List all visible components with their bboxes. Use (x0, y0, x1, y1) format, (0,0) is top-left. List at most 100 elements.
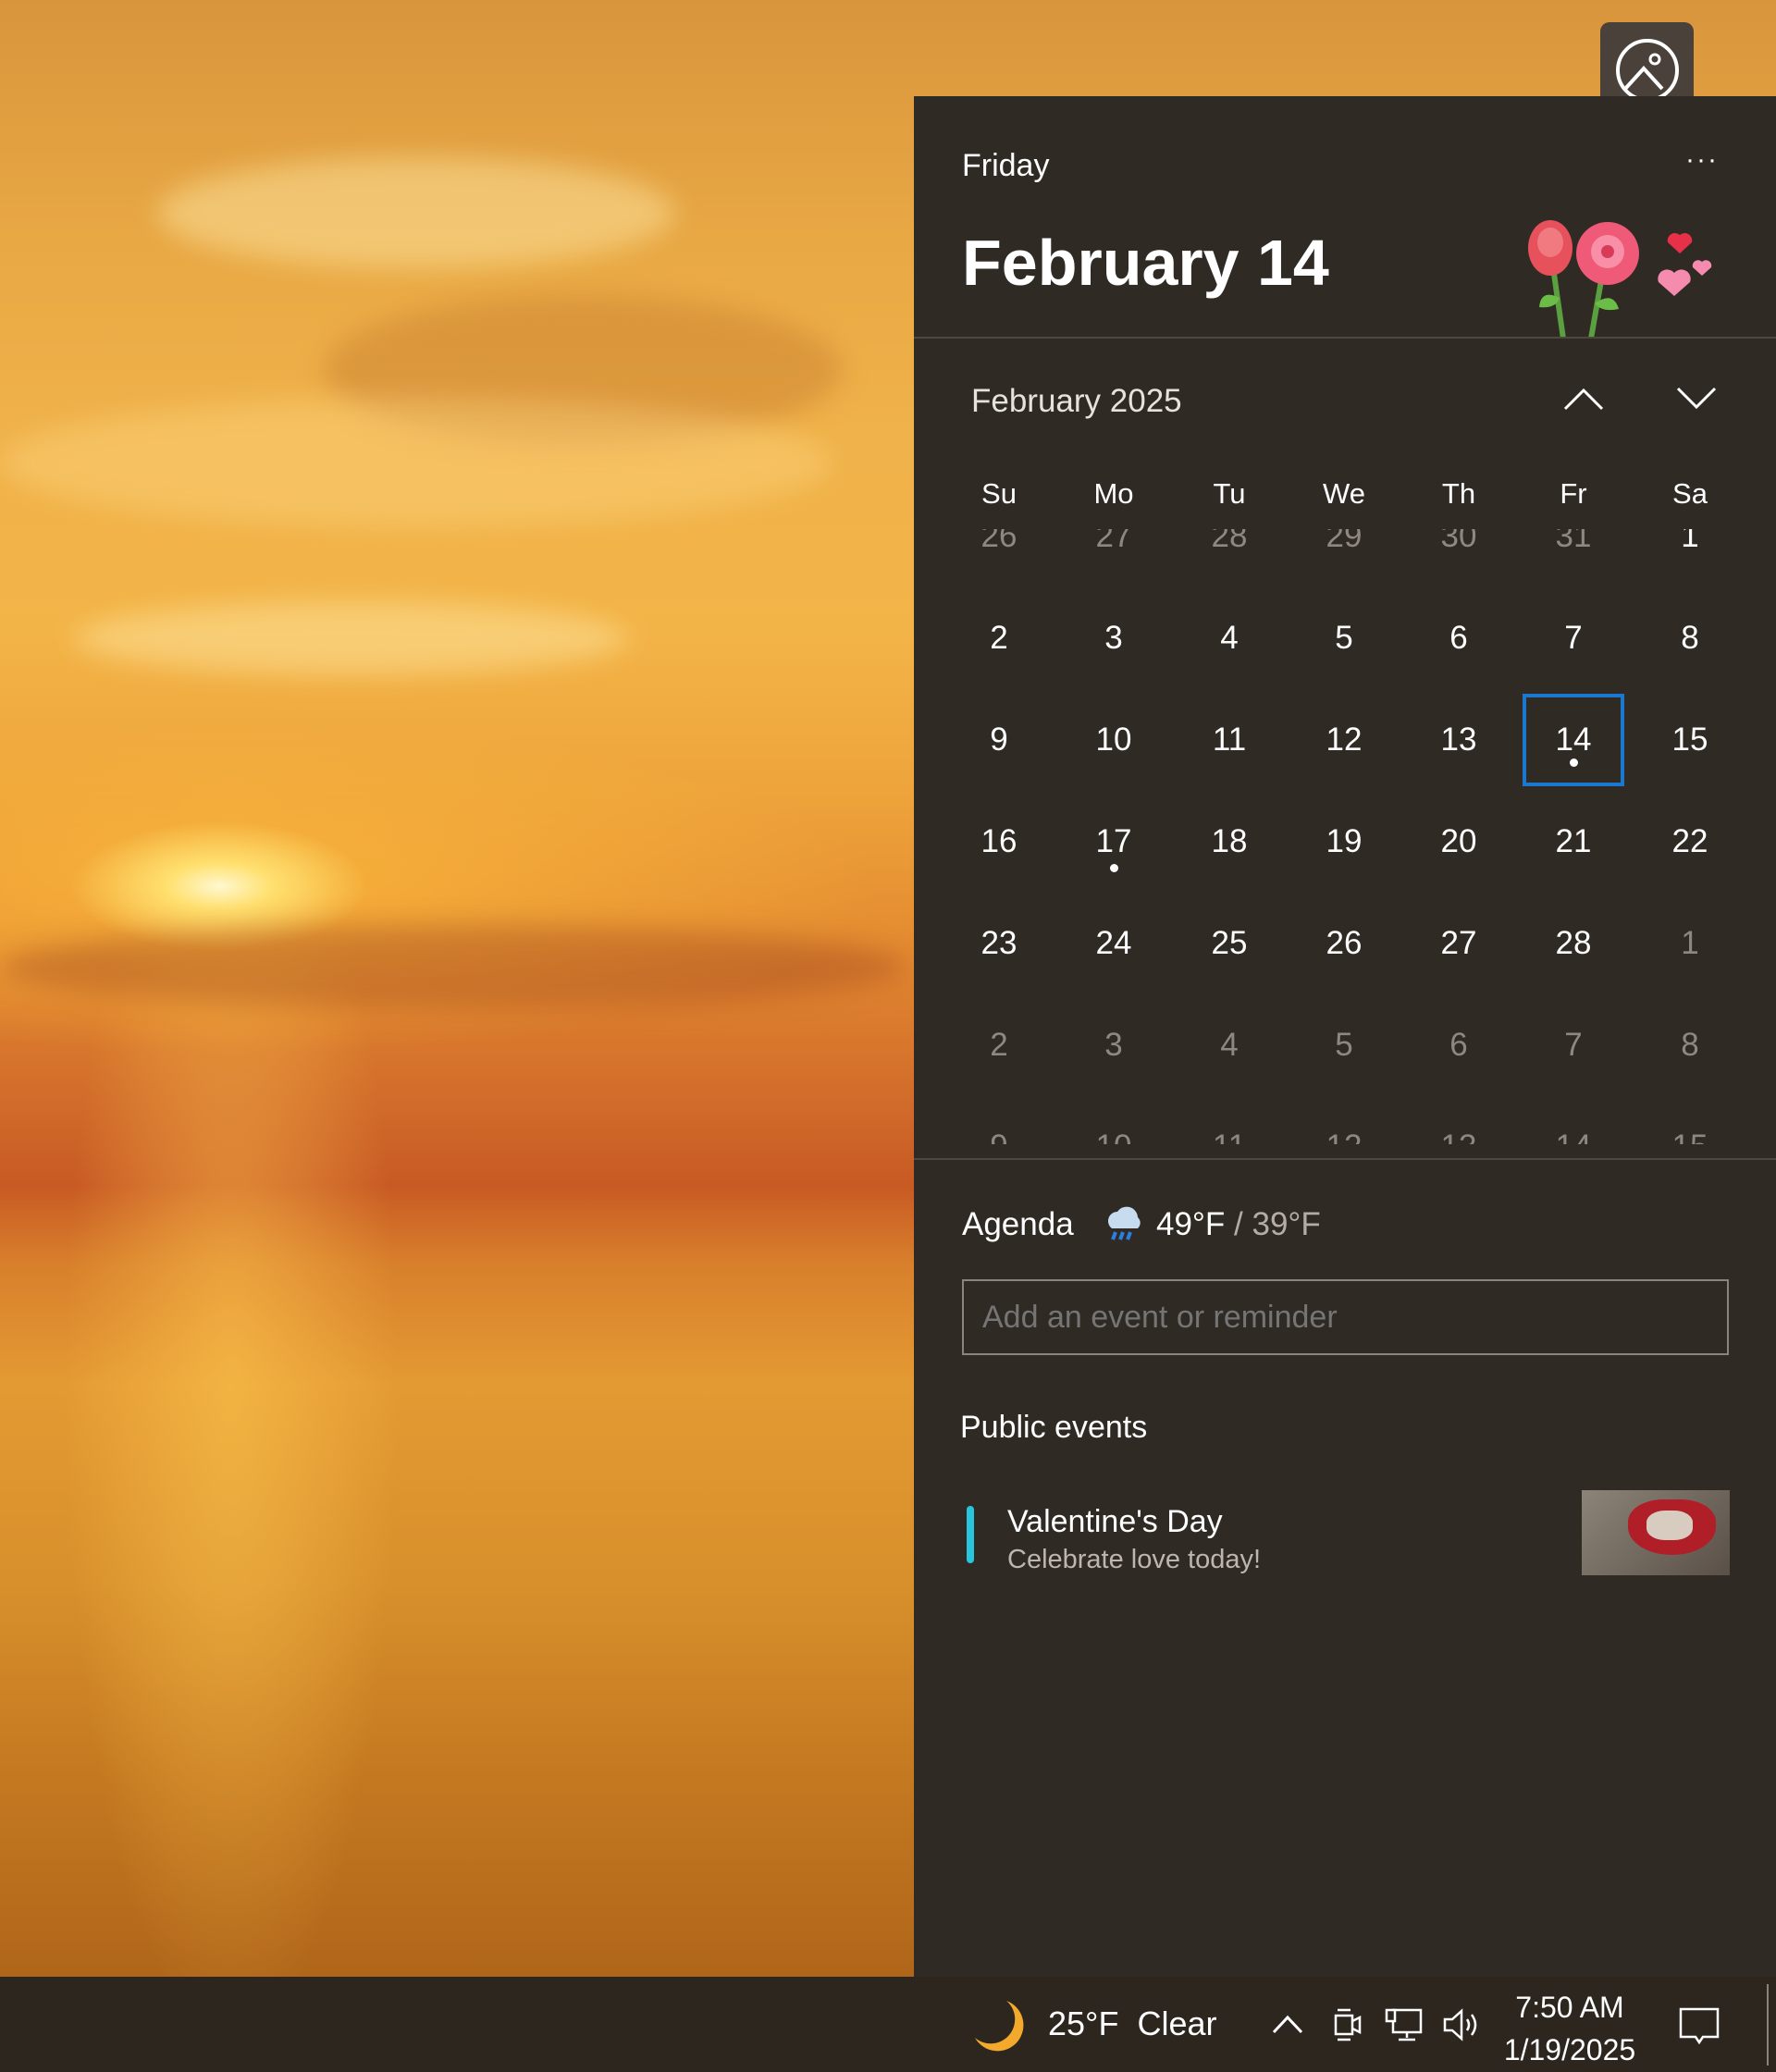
notification-icon[interactable] (1678, 2006, 1720, 2049)
calendar-day[interactable]: 13 (1408, 694, 1510, 786)
calendar-day[interactable]: 9 (948, 1101, 1050, 1144)
calendar-day[interactable]: 8 (1639, 592, 1741, 684)
public-events-heading: Public events (960, 1410, 1148, 1445)
calendar-day[interactable]: 1 (1639, 529, 1741, 583)
calendar-day[interactable]: 7 (1523, 592, 1624, 684)
day-number: 29 (1326, 529, 1363, 554)
event-accent-bar (967, 1506, 974, 1563)
day-number: 6 (1449, 620, 1468, 656)
day-number: 27 (1440, 925, 1477, 961)
calendar-day[interactable]: 28 (1523, 897, 1624, 990)
calendar-day[interactable]: 4 (1178, 999, 1280, 1092)
calendar-day-selected[interactable]: 14 (1523, 694, 1624, 786)
taskbar-time: 7:50 AM (1515, 1991, 1624, 2024)
weather-high: 49°F (1156, 1206, 1226, 1242)
day-number: 27 (1095, 529, 1132, 554)
calendar-day[interactable]: 29 (1293, 529, 1395, 583)
weather-separator: / (1225, 1206, 1252, 1242)
calendar-day[interactable]: 9 (948, 694, 1050, 786)
calendar-day[interactable]: 3 (1063, 999, 1165, 1092)
day-number: 5 (1335, 620, 1353, 656)
weekday-header-we: We (1323, 477, 1365, 510)
calendar-day[interactable]: 18 (1178, 796, 1280, 888)
calendar-day[interactable]: 1 (1639, 897, 1741, 990)
day-number: 12 (1326, 722, 1363, 758)
show-hidden-icons-button[interactable] (1271, 2014, 1304, 2034)
previous-month-button[interactable] (1561, 385, 1606, 413)
day-number: 26 (980, 529, 1018, 554)
day-number: 6 (1449, 1027, 1468, 1063)
calendar-day[interactable]: 12 (1293, 1101, 1395, 1144)
day-number: 11 (1212, 722, 1247, 758)
calendar-day[interactable]: 19 (1293, 796, 1395, 888)
photo-info-button[interactable] (1600, 22, 1694, 105)
calendar-day[interactable]: 8 (1639, 999, 1741, 1092)
photo-info-icon (1615, 39, 1679, 102)
meet-now-icon[interactable] (1332, 2006, 1363, 2043)
next-month-button[interactable] (1674, 385, 1719, 413)
day-number: 25 (1211, 925, 1248, 961)
event-subtitle: Celebrate love today! (1007, 1545, 1262, 1574)
calendar-day[interactable]: 22 (1639, 796, 1741, 888)
calendar-day[interactable]: 16 (948, 796, 1050, 888)
clock-button[interactable]: 7:50 AM 1/19/2025 (1498, 1986, 1641, 2071)
calendar-day[interactable]: 26 (948, 529, 1050, 583)
taskbar-date: 1/19/2025 (1503, 2033, 1636, 2066)
calendar-day[interactable]: 31 (1523, 529, 1624, 583)
day-number: 13 (1441, 1128, 1477, 1144)
taskbar-temperature[interactable]: 25°F (1048, 2004, 1118, 2042)
calendar-day[interactable]: 27 (1063, 529, 1165, 583)
calendar-day[interactable]: 2 (948, 999, 1050, 1092)
calendar-day[interactable]: 14 (1523, 1101, 1624, 1144)
day-number: 31 (1555, 529, 1592, 554)
calendar-day[interactable]: 5 (1293, 592, 1395, 684)
calendar-day[interactable]: 30 (1408, 529, 1510, 583)
calendar-day[interactable]: 3 (1063, 592, 1165, 684)
calendar-day[interactable]: 21 (1523, 796, 1624, 888)
day-number: 15 (1672, 1128, 1708, 1144)
day-number: 24 (1095, 925, 1132, 961)
moon-icon[interactable] (971, 1997, 1027, 2054)
taskbar-weather-condition[interactable]: Clear (1137, 2004, 1216, 2042)
calendar-day[interactable]: 28 (1178, 529, 1280, 583)
month-year-label[interactable]: February 2025 (971, 383, 1182, 420)
calendar-day[interactable]: 27 (1408, 897, 1510, 990)
calendar-day[interactable]: 23 (948, 897, 1050, 990)
more-options-button[interactable]: ··· (1685, 144, 1719, 176)
event-valentines-day[interactable]: Valentine's Day Celebrate love today! (914, 1489, 1776, 1582)
calendar-day[interactable]: 12 (1293, 694, 1395, 786)
calendar-day[interactable]: 15 (1639, 694, 1741, 786)
weekday-header-mo: Mo (1093, 477, 1134, 510)
day-number: 14 (1556, 1128, 1592, 1144)
calendar-day[interactable]: 5 (1293, 999, 1395, 1092)
calendar-day[interactable]: 7 (1523, 999, 1624, 1092)
calendar-day[interactable]: 10 (1063, 694, 1165, 786)
calendar-day[interactable]: 11 (1178, 1101, 1280, 1144)
show-desktop-button[interactable] (1767, 1984, 1769, 2066)
day-number: 28 (1211, 529, 1248, 554)
calendar-day[interactable]: 15 (1639, 1101, 1741, 1144)
agenda-label: Agenda (962, 1206, 1074, 1242)
network-icon[interactable] (1384, 2006, 1424, 2043)
day-number: 26 (1326, 925, 1363, 961)
calendar-day[interactable]: 20 (1408, 796, 1510, 888)
calendar-day[interactable]: 4 (1178, 592, 1280, 684)
day-number: 4 (1220, 1027, 1239, 1063)
day-number: 12 (1326, 1128, 1363, 1144)
volume-icon[interactable] (1441, 2006, 1482, 2043)
day-number: 7 (1564, 620, 1583, 656)
calendar-day[interactable]: 26 (1293, 897, 1395, 990)
day-number: 10 (1096, 1128, 1132, 1144)
calendar-day[interactable]: 6 (1408, 999, 1510, 1092)
calendar-day[interactable]: 25 (1178, 897, 1280, 990)
calendar-day[interactable]: 17 (1063, 796, 1165, 888)
calendar-day[interactable]: 24 (1063, 897, 1165, 990)
day-number: 23 (980, 925, 1018, 961)
calendar-day[interactable]: 6 (1408, 592, 1510, 684)
calendar-day[interactable]: 2 (948, 592, 1050, 684)
calendar-day[interactable]: 13 (1408, 1101, 1510, 1144)
calendar-day[interactable]: 11 (1178, 694, 1280, 786)
day-number: 22 (1671, 823, 1708, 859)
add-event-input[interactable] (962, 1279, 1729, 1355)
calendar-day[interactable]: 10 (1063, 1101, 1165, 1144)
